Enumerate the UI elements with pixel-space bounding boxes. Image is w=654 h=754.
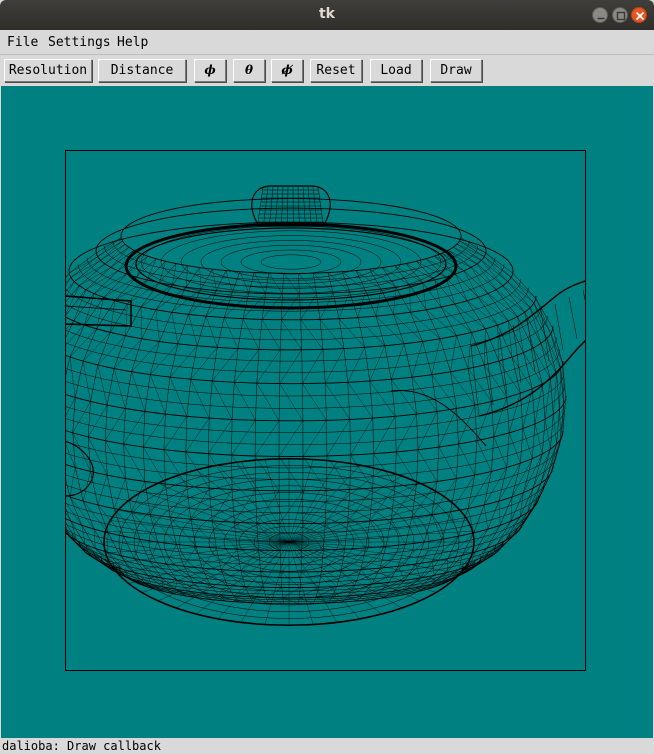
reset-button[interactable]: Reset (310, 59, 362, 82)
resolution-button[interactable]: Resolution (4, 59, 92, 82)
draw-button[interactable]: Draw (430, 59, 482, 82)
toolbar: Resolution Distance ϕ θ ϕ̸ Reset Load Dr… (0, 56, 654, 86)
minimize-icon (597, 17, 605, 20)
drawing-canvas[interactable] (1, 86, 653, 738)
window-titlebar[interactable]: tk (0, 0, 654, 30)
close-icon (635, 11, 645, 21)
minimize-button[interactable] (592, 7, 608, 23)
maximize-button[interactable] (612, 7, 628, 23)
maximize-icon (616, 11, 626, 21)
menu-file[interactable]: File (7, 35, 38, 50)
wire-layer (66, 185, 585, 627)
menu-help[interactable]: Help (117, 35, 148, 50)
window-title: tk (318, 6, 335, 22)
theta-button[interactable]: θ (233, 59, 265, 82)
distance-button[interactable]: Distance (98, 59, 186, 82)
close-button[interactable] (631, 7, 647, 23)
phi-button[interactable]: ϕ (194, 59, 226, 82)
teapot-wireframe (65, 150, 586, 671)
menu-settings[interactable]: Settings (48, 35, 111, 50)
menubar: File Settings Help (0, 30, 654, 55)
status-bar: dalioba: Draw callback (0, 738, 654, 754)
psi-button[interactable]: ϕ̸ (271, 59, 303, 82)
load-button[interactable]: Load (370, 59, 422, 82)
